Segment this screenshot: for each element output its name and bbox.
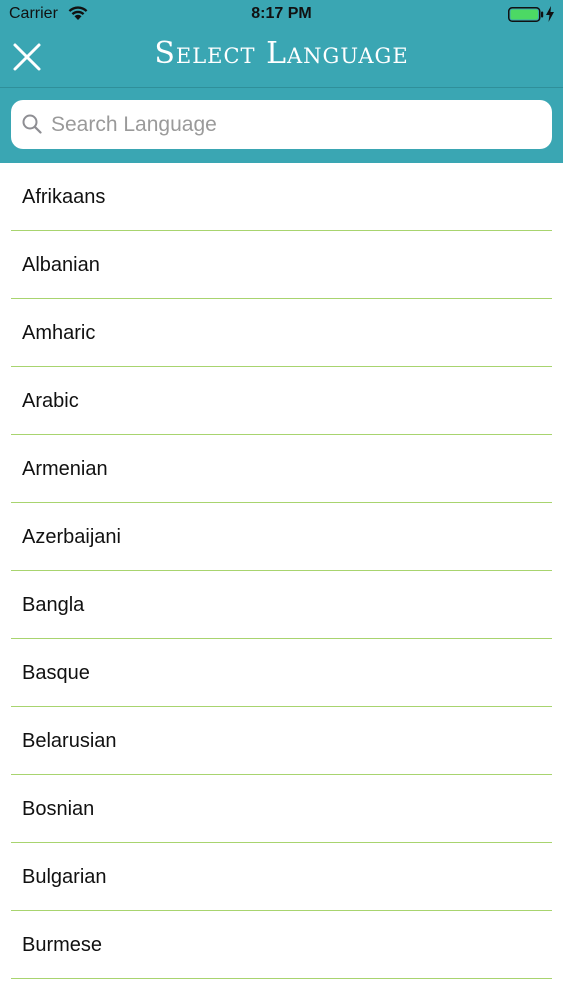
navigation-bar: Select Language	[0, 30, 563, 87]
list-divider	[11, 977, 552, 979]
status-bar: Carrier 8:17 PM	[0, 0, 563, 30]
page-title: Select Language	[154, 36, 409, 71]
battery-icon	[508, 7, 544, 22]
search-bar[interactable]	[11, 100, 552, 149]
language-list-item[interactable]: Burmese	[0, 911, 563, 979]
language-label: Azerbaijani	[22, 526, 121, 548]
language-label: Armenian	[22, 458, 108, 480]
language-list-item[interactable]: Armenian	[0, 435, 563, 503]
language-list-item[interactable]: Afrikaans	[0, 163, 563, 231]
charging-bolt-icon	[546, 6, 554, 22]
language-label: Bulgarian	[22, 866, 107, 888]
language-list-item[interactable]: Basque	[0, 639, 563, 707]
language-list: Afrikaans Albanian Amharic Arabic Armenian Az…	[0, 163, 563, 1000]
header: Carrier 8:17 PM Select Language	[0, 0, 563, 163]
language-list-item[interactable]: Amharic	[0, 299, 563, 367]
search-input[interactable]	[51, 100, 541, 149]
language-label: Bangla	[22, 594, 85, 616]
language-label: Amharic	[22, 322, 96, 344]
language-label: Belarusian	[22, 730, 117, 752]
language-label: Burmese	[22, 934, 103, 956]
language-label: Basque	[22, 662, 90, 684]
language-label: Albanian	[22, 254, 100, 276]
language-label: Bosnian	[22, 798, 95, 820]
language-label: Arabic	[22, 390, 79, 412]
language-list-item[interactable]: Belarusian	[0, 707, 563, 775]
language-list-item[interactable]: Albanian	[0, 231, 563, 299]
language-list-item[interactable]: Bangla	[0, 571, 563, 639]
language-list-item[interactable]: Bulgarian	[0, 843, 563, 911]
status-time: 8:17 PM	[251, 5, 312, 22]
language-list-item[interactable]: Arabic	[0, 367, 563, 435]
nav-divider	[0, 87, 563, 88]
search-icon	[22, 114, 42, 134]
language-list-item[interactable]: Bosnian	[0, 775, 563, 843]
language-list-item[interactable]: Azerbaijani	[0, 503, 563, 571]
language-label: Afrikaans	[22, 186, 106, 208]
